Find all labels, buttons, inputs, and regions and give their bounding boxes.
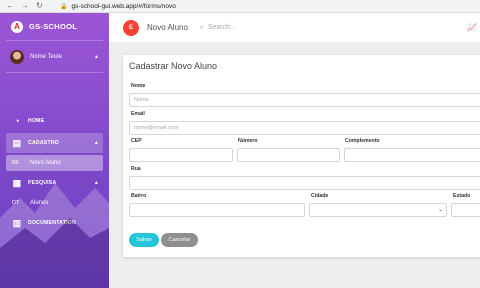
cep-label: CEP (131, 138, 142, 144)
back-arrow-icon[interactable]: ← (6, 2, 14, 10)
email-field[interactable] (129, 121, 480, 135)
avatar (10, 49, 24, 64)
top-navbar: E Novo Aluno ⌕ Search... 📈 (109, 13, 480, 43)
estado-field[interactable] (451, 203, 480, 217)
badge-button[interactable]: E (123, 19, 139, 36)
angular-logo-icon: A (11, 20, 23, 33)
save-button[interactable]: Salvar (129, 233, 159, 247)
bairro-label: Bairro (131, 193, 147, 199)
page-title: Novo Aluno (147, 23, 188, 32)
cep-field[interactable] (129, 148, 233, 162)
complemento-field[interactable] (344, 148, 480, 162)
browser-toolbar: ← → ↻ 🔒 gs-school-gui.web.app/#/forms/no… (0, 0, 480, 13)
dashboard-icon: ◔ (14, 116, 20, 126)
cidade-select[interactable]: ⌄ (309, 203, 447, 217)
browser-nav: ← → ↻ (0, 2, 58, 10)
clipboard-icon: ▤ (12, 137, 22, 148)
rua-field[interactable] (129, 176, 480, 190)
form-title: Cadastrar Novo Aluno (129, 61, 218, 71)
forward-arrow-icon[interactable]: → (21, 2, 29, 10)
email-label: Email (131, 111, 145, 117)
form-card: Cadastrar Novo Aluno Nome Email CEP Núme… (123, 55, 480, 257)
rua-label: Rua (131, 166, 141, 172)
caret-up-icon: ▲ (93, 140, 99, 146)
brand[interactable]: A GS-SCHOOL (6, 13, 103, 41)
sidebar-item-label: HOME (28, 118, 45, 124)
estado-label: Estado (453, 193, 471, 199)
caret-up-icon: ▲ (94, 53, 99, 60)
complemento-label: Complemento (345, 138, 380, 144)
bairro-field[interactable] (129, 203, 305, 217)
reload-icon[interactable]: ↻ (36, 2, 43, 10)
lock-icon: 🔒 (60, 3, 68, 10)
nome-field[interactable] (129, 93, 480, 107)
search-box[interactable]: ⌕ Search... (200, 24, 236, 32)
cancel-button[interactable]: Cancelar (161, 233, 198, 247)
numero-field[interactable] (237, 148, 340, 162)
numero-label: Número (238, 138, 258, 144)
main-content: Cadastrar Novo Aluno Nome Email CEP Núme… (109, 43, 480, 288)
user-profile[interactable]: Nome Teste ▲ (6, 41, 103, 73)
user-name: Nome Teste (30, 53, 62, 60)
sidebar-item-home[interactable]: ◔ HOME (6, 111, 103, 131)
chart-icon[interactable]: 📈 (467, 23, 477, 32)
cidade-label: Cidade (311, 193, 329, 199)
search-icon: ⌕ (199, 23, 204, 31)
sidebar-item-label: CADASTRO (28, 140, 59, 146)
search-placeholder: Search... (207, 24, 236, 31)
mountain-background (0, 183, 109, 288)
nome-label: Nome (131, 83, 146, 89)
sidebar: A GS-SCHOOL Nome Teste ▲ ◔ HOME ▤ CADAST… (0, 13, 109, 288)
address-bar[interactable]: gs-school-gui.web.app/#/forms/novo (71, 3, 175, 10)
chevron-down-icon: ⌄ (437, 207, 443, 213)
sidebar-item-cadastro[interactable]: ▤ CADASTRO ▲ (6, 133, 103, 153)
brand-name: GS-SCHOOL (29, 22, 78, 31)
